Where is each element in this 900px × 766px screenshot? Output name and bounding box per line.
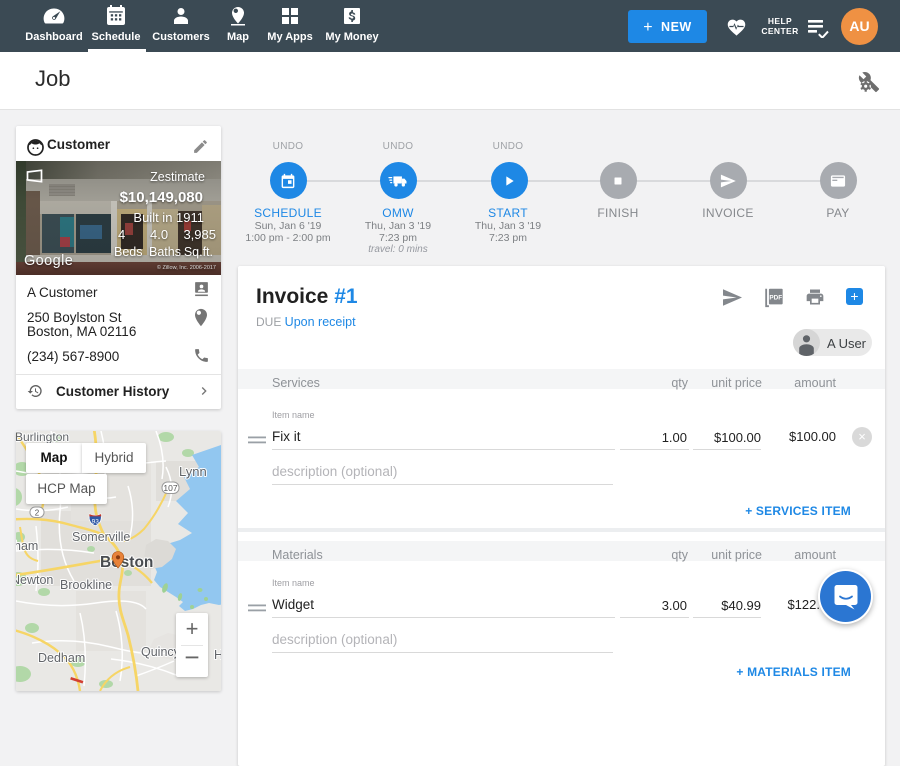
svg-text:93: 93 — [92, 519, 100, 526]
svg-text:107: 107 — [163, 483, 177, 493]
svg-text:Somerville: Somerville — [72, 530, 130, 544]
svg-text:Hi: Hi — [214, 648, 221, 662]
svg-text:2: 2 — [35, 509, 40, 518]
svg-text:Newton: Newton — [16, 573, 53, 587]
svg-text:Brookline: Brookline — [60, 578, 112, 592]
svg-text:Dedham: Dedham — [38, 651, 85, 665]
svg-text:Quincy: Quincy — [141, 645, 181, 659]
svg-text:PDF: PDF — [769, 294, 782, 301]
svg-text:Lynn: Lynn — [179, 464, 207, 479]
svg-text:Boston: Boston — [100, 554, 153, 571]
svg-text:ham: ham — [16, 539, 38, 553]
